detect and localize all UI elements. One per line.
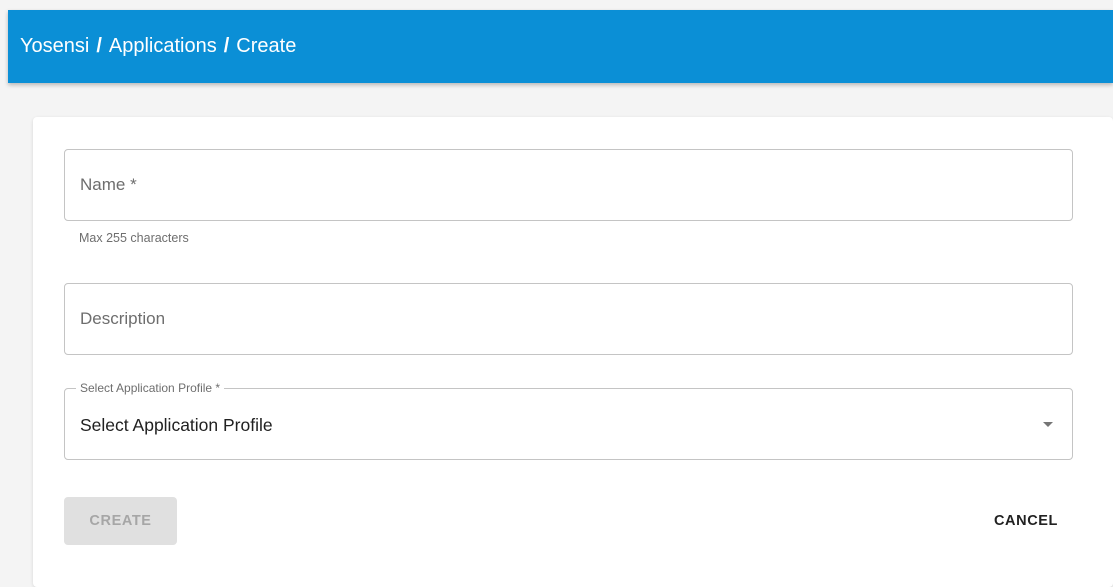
breadcrumb-separator: /	[96, 35, 102, 57]
cancel-button[interactable]: CANCEL	[979, 497, 1073, 545]
breadcrumb: Yosensi / Applications / Create	[20, 35, 296, 58]
description-field[interactable]	[64, 283, 1073, 355]
application-profile-value: Select Application Profile	[80, 415, 273, 435]
name-helper-text: Max 255 characters	[79, 231, 189, 245]
breadcrumb-yosensi[interactable]: Yosensi	[20, 35, 89, 58]
breadcrumb-applications[interactable]: Applications	[109, 35, 217, 58]
breadcrumb-separator: /	[223, 35, 230, 57]
create-application-form: Max 255 characters Select Application Pr…	[33, 117, 1113, 587]
name-input[interactable]	[65, 150, 1072, 220]
application-profile-label: Select Application Profile *	[76, 380, 225, 396]
description-input[interactable]	[65, 284, 1072, 354]
application-profile-select[interactable]: Select Application Profile * Select Appl…	[64, 380, 1073, 460]
caret-down-icon[interactable]	[1043, 422, 1053, 427]
create-button[interactable]: CREATE	[64, 497, 177, 545]
app-bar: Yosensi / Applications / Create	[8, 10, 1113, 83]
name-field[interactable]	[64, 149, 1073, 221]
breadcrumb-create: Create	[236, 35, 297, 57]
